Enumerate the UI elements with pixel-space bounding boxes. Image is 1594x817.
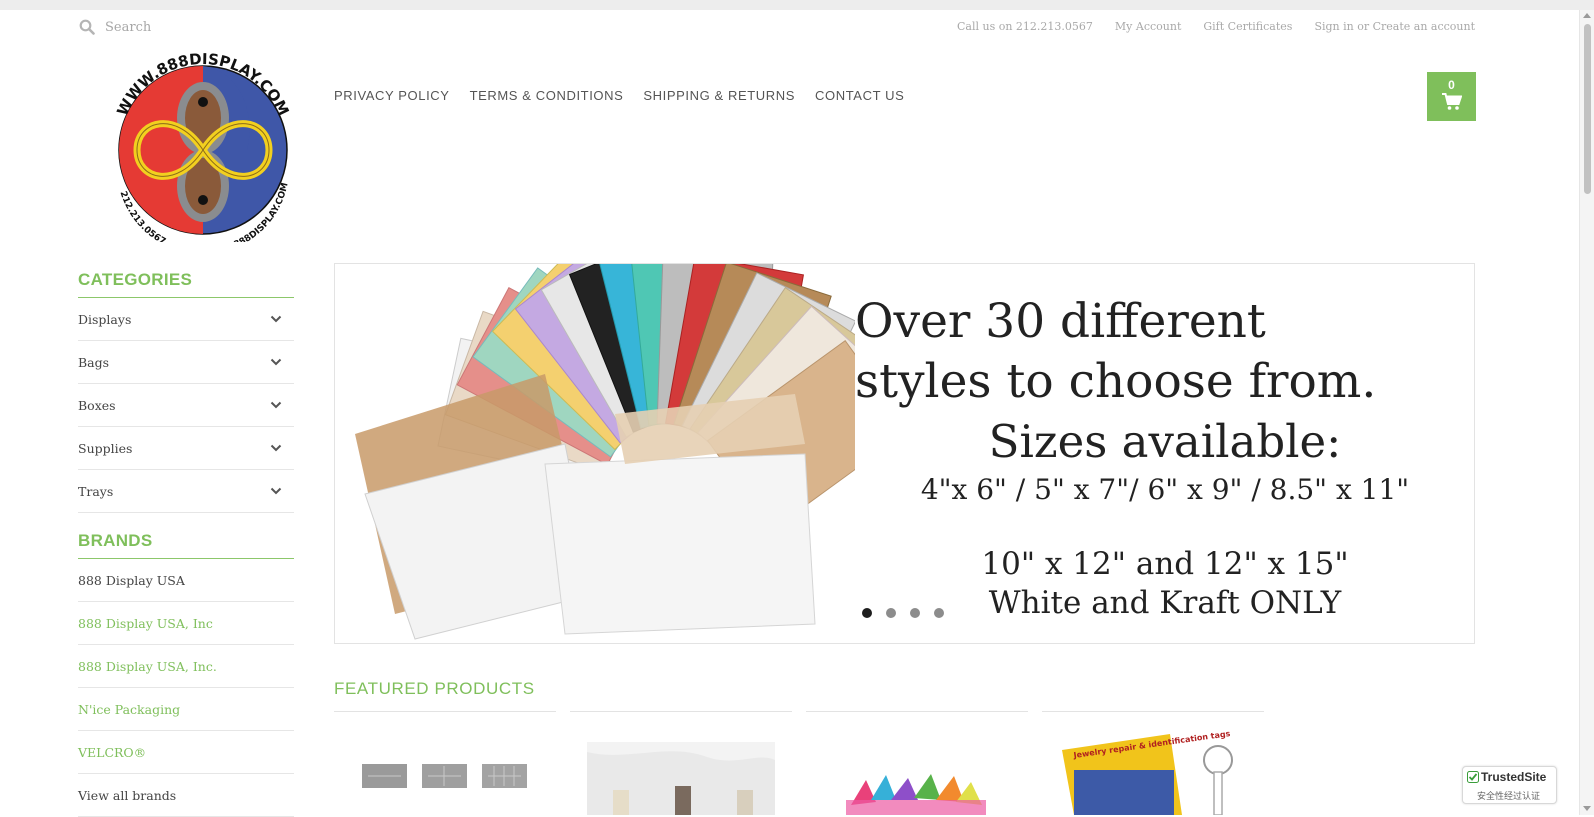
category-label: Bags	[78, 354, 110, 370]
scroll-up-arrow-icon[interactable]	[1583, 13, 1591, 18]
utility-nav: Call us on 212.213.0567 My Account Gift …	[957, 20, 1475, 33]
my-account-link[interactable]: My Account	[1115, 20, 1181, 33]
check-icon	[1467, 771, 1479, 783]
category-label: Boxes	[78, 397, 116, 413]
view-all-brands-link[interactable]: View all brands	[78, 774, 294, 817]
nav-privacy-policy[interactable]: PRIVACY POLICY	[334, 88, 450, 103]
sign-in-link[interactable]: Sign in or Create an account	[1314, 20, 1475, 33]
gift-certificates-link[interactable]: Gift Certificates	[1203, 20, 1292, 33]
chevron-down-icon[interactable]	[270, 401, 282, 409]
carousel-dot[interactable]	[910, 608, 920, 618]
brand-888-display-usa[interactable]: 888 Display USA	[78, 559, 294, 602]
cart-count: 0	[1448, 78, 1455, 92]
category-supplies[interactable]: Supplies	[78, 427, 294, 470]
search-icon[interactable]	[79, 19, 95, 35]
cart-icon	[1441, 93, 1462, 110]
chevron-down-icon[interactable]	[270, 358, 282, 366]
product-image-ring-displays[interactable]	[587, 742, 775, 815]
nav-contact-us[interactable]: CONTACT US	[815, 88, 904, 103]
brand-velcro[interactable]: VELCRO®	[78, 731, 294, 774]
featured-products-heading: FEATURED PRODUCTS	[334, 679, 535, 698]
trustedsite-title: TrustedSite	[1481, 770, 1547, 784]
carousel-dots	[862, 608, 944, 618]
category-trays[interactable]: Trays	[78, 470, 294, 513]
chevron-down-icon[interactable]	[270, 444, 282, 452]
product-card-divider	[334, 711, 556, 712]
category-label: Displays	[78, 311, 132, 327]
nav-terms-conditions[interactable]: TERMS & CONDITIONS	[470, 88, 624, 103]
page-scrollbar[interactable]	[1579, 10, 1594, 815]
categories-heading: CATEGORIES	[78, 270, 294, 298]
category-displays[interactable]: Displays	[78, 298, 294, 341]
search-input[interactable]	[105, 19, 265, 35]
product-card-divider	[570, 711, 792, 712]
hero-carousel[interactable]: Over 30 different styles to choose from.…	[334, 263, 1475, 644]
store-logo[interactable]: WWW.888DISPLAY.COM 212.213.0567 INFO@888…	[107, 50, 299, 242]
scroll-down-arrow-icon[interactable]	[1583, 806, 1591, 811]
main-nav: PRIVACY POLICY TERMS & CONDITIONS SHIPPI…	[334, 88, 904, 103]
search-bar[interactable]	[79, 19, 265, 35]
cart-button[interactable]: 0	[1427, 72, 1476, 121]
hero-headline-2: styles to choose from.	[855, 354, 1377, 409]
brand-888-display-usa-inc-dot[interactable]: 888 Display USA, Inc.	[78, 645, 294, 688]
chevron-down-icon[interactable]	[270, 487, 282, 495]
scrollbar-thumb[interactable]	[1584, 24, 1591, 194]
hero-bags-fan-image	[355, 264, 855, 640]
sidebar: CATEGORIES Displays Bags Boxes Supplies …	[78, 270, 294, 817]
category-label: Supplies	[78, 440, 133, 456]
carousel-dot[interactable]	[862, 608, 872, 618]
hero-headline-3: Sizes available:	[988, 415, 1342, 468]
hero-note: White and Kraft ONLY	[988, 585, 1342, 621]
trustedsite-subtitle: 安全性经过认证	[1477, 792, 1541, 802]
brand-888-display-usa-inc[interactable]: 888 Display USA, Inc	[78, 602, 294, 645]
nav-shipping-returns[interactable]: SHIPPING & RETURNS	[643, 88, 795, 103]
phone-link[interactable]: Call us on 212.213.0567	[957, 20, 1093, 33]
product-card-divider	[806, 711, 1028, 712]
category-boxes[interactable]: Boxes	[78, 384, 294, 427]
browser-top-strip	[0, 0, 1594, 10]
carousel-dot[interactable]	[934, 608, 944, 618]
brand-nice-packaging[interactable]: N'ice Packaging	[78, 688, 294, 731]
hero-sizes-1: 4"x 6" / 5" x 7"/ 6" x 9" / 8.5" x 11"	[920, 473, 1410, 506]
hero-sizes-2: 10" x 12" and 12" x 15"	[981, 546, 1349, 582]
product-image-tissue-paper[interactable]	[846, 770, 986, 815]
category-bags[interactable]: Bags	[78, 341, 294, 384]
carousel-dot[interactable]	[886, 608, 896, 618]
hero-headline-1: Over 30 different	[855, 294, 1266, 349]
chevron-down-icon[interactable]	[270, 315, 282, 323]
brands-heading: BRANDS	[78, 531, 294, 559]
category-label: Trays	[78, 483, 114, 499]
trustedsite-badge[interactable]: TrustedSite 安全性经过认证	[1462, 766, 1557, 804]
hero-text: Over 30 different styles to choose from.…	[855, 292, 1455, 622]
product-image-trays[interactable]	[360, 730, 530, 802]
product-image-jewelry-tags[interactable]: Jewelry repair & identification tags	[1060, 730, 1240, 815]
product-card-divider	[1042, 711, 1264, 712]
